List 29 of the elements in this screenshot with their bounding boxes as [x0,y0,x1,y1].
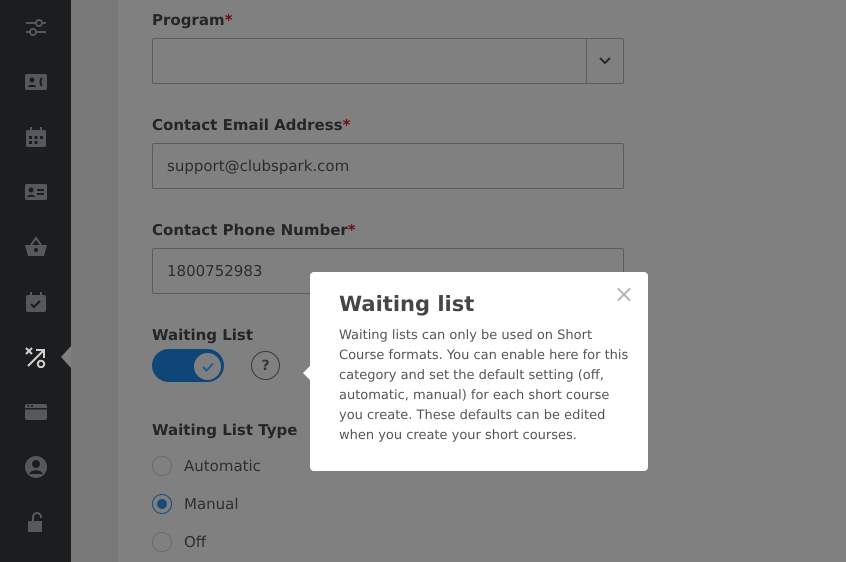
sliders-icon[interactable] [24,16,48,38]
contact-card-icon[interactable] [24,71,48,93]
field-label: Contact Phone Number [152,220,348,240]
radio-label: Off [184,533,206,551]
field-label: Contact Email Address [152,115,343,135]
field-label: Waiting List [152,325,254,345]
radio-label: Automatic [184,457,261,475]
basket-icon[interactable] [24,236,48,258]
select-field[interactable] [152,38,624,84]
check-icon [202,362,214,372]
help-button[interactable]: ? [251,351,280,380]
field-label: Waiting List Type [152,420,298,440]
required-mark: * [342,115,350,135]
popover-text: Waiting lists can only be used on Short Course formats. You can enable here for this category and set the default setting (off, automatic, manual) for each short course you create. These defaults can be edited when you create your short courses. [339,327,630,445]
browser-window-icon[interactable] [24,401,48,423]
input-field[interactable]: support@clubspark.com [152,143,624,189]
required-mark: * [348,220,356,240]
calendar-check-icon[interactable] [24,291,48,313]
popover-title: Waiting list [339,292,474,316]
field-label: Program [152,10,225,30]
arrow-circle-icon[interactable] [24,346,48,368]
toggle-switch[interactable] [152,349,224,382]
chevron-down-icon [599,57,611,65]
id-card-icon[interactable] [24,181,48,203]
user-icon[interactable] [24,456,48,478]
radio-label: Manual [184,495,239,513]
required-mark: * [224,10,232,30]
radio-button[interactable] [152,494,172,514]
calendar-icon[interactable] [24,126,48,148]
